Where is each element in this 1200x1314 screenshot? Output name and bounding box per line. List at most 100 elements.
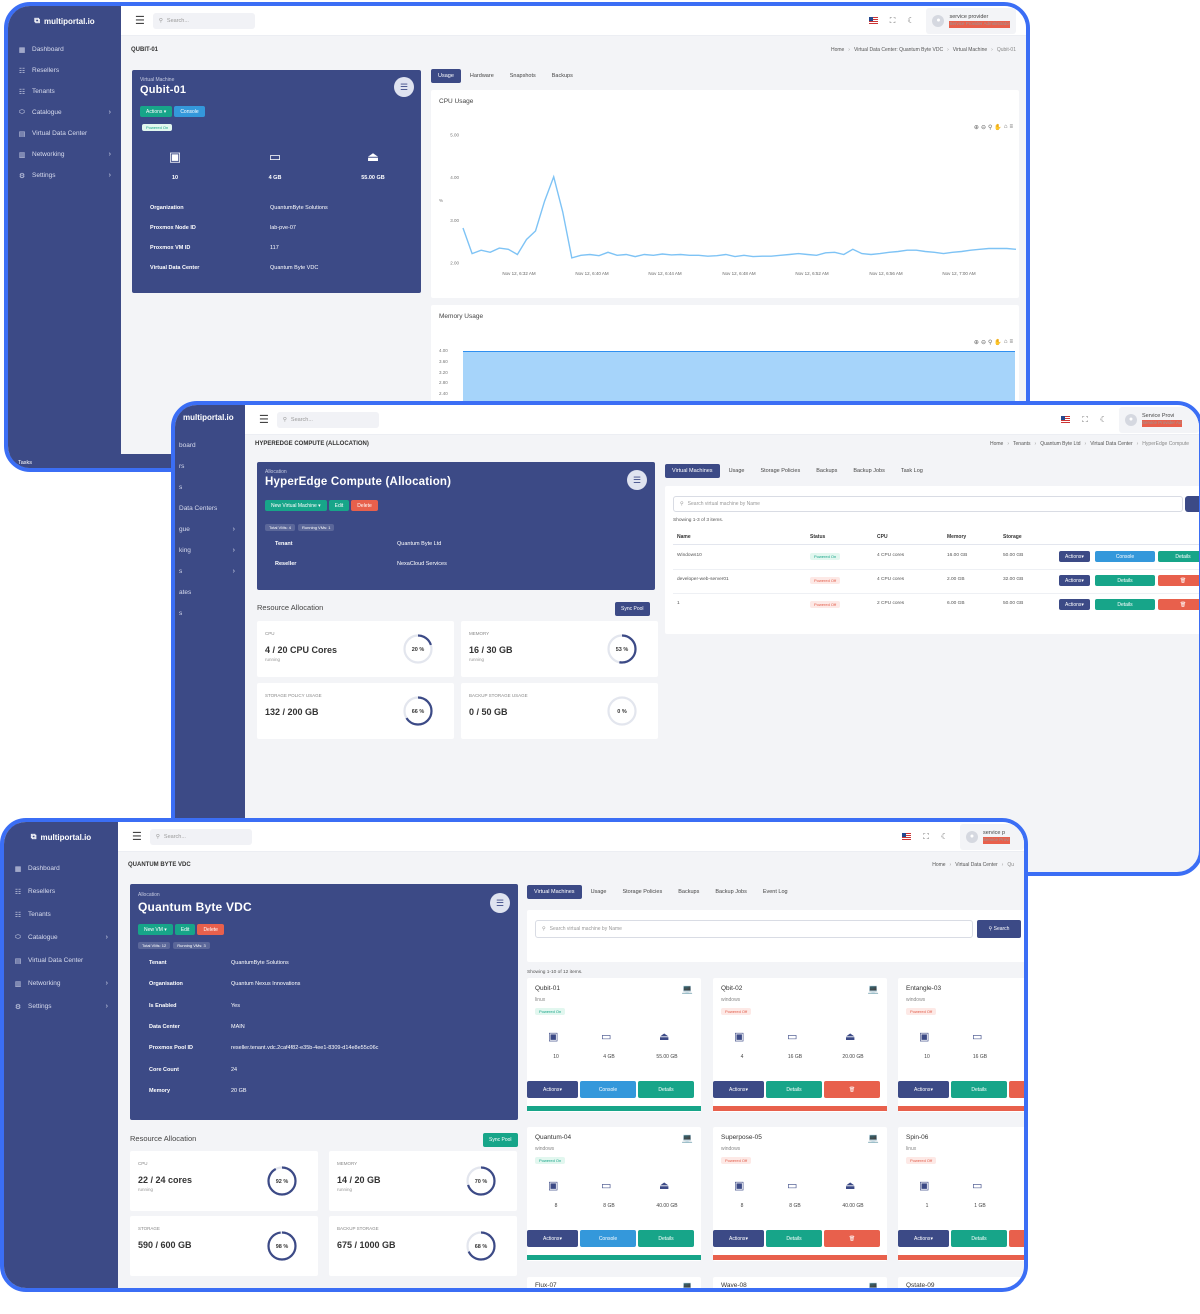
breadcrumb-item[interactable]: Quantum Byte Ltd: [1040, 441, 1080, 447]
actions-dropdown[interactable]: Actions ▾: [898, 1081, 949, 1098]
tab-usage[interactable]: Usage: [584, 885, 614, 899]
details-button[interactable]: Details: [766, 1230, 822, 1247]
sidebar-item[interactable]: s ›: [175, 561, 245, 582]
vm-search-input[interactable]: ⚲ Search virtual machine by Name: [535, 920, 973, 938]
vm-card[interactable]: Superpose-05 💻 windows Powered Off ▣ 8 ▭ 8 GB ⏏ 4…: [713, 1127, 887, 1261]
sidebar-item-settings[interactable]: ⚙ Settings ›: [8, 165, 121, 186]
us-flag-icon[interactable]: [902, 833, 912, 840]
us-flag-icon[interactable]: [1061, 416, 1071, 423]
home-icon[interactable]: ⌂: [1004, 339, 1008, 346]
user-menu[interactable]: ● service provider Service Provider Admini…: [926, 7, 1016, 34]
zoom-out-icon[interactable]: ⊖: [981, 339, 986, 346]
vm-card[interactable]: Qubit-01 💻 linux Powered On ▣ 10 ▭ 4 GB ⏏ 55.00 G…: [527, 978, 701, 1112]
sidebar-item[interactable]: rs: [175, 456, 245, 477]
console-button[interactable]: Console: [580, 1081, 636, 1098]
tab-event-log[interactable]: Event Log: [756, 885, 795, 899]
delete-button[interactable]: Delete: [197, 924, 224, 935]
vm-name[interactable]: Windows10: [677, 553, 702, 558]
breadcrumb-item[interactable]: Home: [831, 47, 844, 53]
pan-icon[interactable]: ✋: [994, 339, 1001, 346]
trash-icon[interactable]: 🗑: [1009, 1230, 1024, 1247]
sidebar-item-tenants[interactable]: ☷ Tenants: [8, 81, 121, 102]
details-button[interactable]: Details: [1095, 575, 1155, 586]
sidebar-item-resellers[interactable]: ☷ Resellers: [8, 60, 121, 81]
actions-dropdown[interactable]: Actions ▾: [1059, 551, 1090, 562]
tab-storage-policies[interactable]: Storage Policies: [753, 464, 807, 478]
menu-icon[interactable]: ≡: [1009, 339, 1013, 346]
search-button[interactable]: ⚲ Search: [977, 920, 1021, 938]
tab-snapshots[interactable]: Snapshots: [503, 69, 543, 83]
menu-toggle-icon[interactable]: ☰: [259, 413, 269, 426]
sidebar-item-networking[interactable]: ▥ Networking ›: [4, 972, 118, 995]
tab-usage[interactable]: Usage: [431, 69, 461, 83]
details-button[interactable]: Details: [1158, 551, 1199, 562]
vm-card[interactable]: Quantum-04 💻 windows Powered On ▣ 8 ▭ 8 GB ⏏ 40.0…: [527, 1127, 701, 1261]
vm-card[interactable]: Flux-07 💻: [527, 1277, 701, 1288]
sidebar-item-networking[interactable]: ▥ Networking ›: [8, 144, 121, 165]
actions-dropdown[interactable]: Actions ▾: [140, 106, 173, 117]
tab-virtual-machines[interactable]: Virtual Machines: [665, 464, 720, 478]
vm-card[interactable]: Qstate-09💻: [898, 1277, 1024, 1288]
sidebar-item[interactable]: s: [175, 603, 245, 624]
details-button[interactable]: Details: [951, 1230, 1007, 1247]
vm-card[interactable]: Wave-08 💻: [713, 1277, 887, 1288]
details-button[interactable]: Details: [638, 1230, 694, 1247]
actions-dropdown[interactable]: Actions ▾: [527, 1081, 578, 1098]
sidebar-item-tenants[interactable]: ☷ Tenants: [4, 903, 118, 926]
logo[interactable]: ⧉ multiportal.io: [4, 822, 118, 852]
console-button[interactable]: Console: [1095, 551, 1155, 562]
tab-backups[interactable]: Backups: [809, 464, 844, 478]
moon-icon[interactable]: ☾: [907, 16, 914, 25]
actions-dropdown[interactable]: Actions ▾: [1059, 599, 1090, 610]
menu-toggle-icon[interactable]: ☰: [135, 14, 145, 27]
breadcrumb-item[interactable]: Virtual Data Center: Quantum Byte VDC: [854, 47, 943, 53]
tab-hardware[interactable]: Hardware: [463, 69, 501, 83]
sidebar-item-settings[interactable]: ⚙ Settings ›: [4, 995, 118, 1018]
sync-pool-button[interactable]: Sync Pool: [483, 1133, 518, 1147]
trash-icon[interactable]: 🗑: [1158, 575, 1199, 586]
trash-icon[interactable]: 🗑: [824, 1081, 880, 1098]
fullscreen-icon[interactable]: ⛶: [1082, 415, 1088, 425]
magnify-icon[interactable]: ⚲: [988, 339, 992, 346]
fullscreen-icon[interactable]: ⛶: [890, 16, 896, 26]
sidebar-item-dashboard[interactable]: ▦ Dashboard: [4, 857, 118, 880]
sidebar-item[interactable]: board: [175, 435, 245, 456]
actions-dropdown[interactable]: Actions ▾: [713, 1081, 764, 1098]
sidebar-item-virtual-data-center[interactable]: ▤ Virtual Data Center: [8, 123, 121, 144]
vm-card[interactable]: Spin-06💻linuxPowered Off▣1▭1 GBActions ▾…: [898, 1127, 1024, 1261]
tab-backups[interactable]: Backups: [545, 69, 580, 83]
tab-backup-jobs[interactable]: Backup Jobs: [846, 464, 892, 478]
edit-button[interactable]: Edit: [174, 924, 196, 935]
delete-button[interactable]: Delete: [351, 500, 378, 511]
search-input[interactable]: ⚲ Search...: [149, 828, 252, 845]
search-input[interactable]: ⚲ Search...: [276, 411, 379, 428]
tasks-bar[interactable]: Tasks: [8, 454, 178, 468]
sidebar-item-virtual-data-center[interactable]: ▤ Virtual Data Center: [4, 949, 118, 972]
us-flag-icon[interactable]: [868, 17, 878, 24]
logo[interactable]: ⧉ multiportal.io: [8, 6, 121, 36]
sidebar-item-catalogue[interactable]: ⬭ Catalogue ›: [4, 926, 118, 949]
breadcrumb-item[interactable]: Tenants: [1013, 441, 1031, 447]
tab-storage-policies[interactable]: Storage Policies: [615, 885, 669, 899]
breadcrumb-item[interactable]: Virtual Machine: [953, 47, 987, 53]
vm-card[interactable]: Entangle-03💻windowsPowered Off▣10▭16 GBA…: [898, 978, 1024, 1112]
sidebar-item-dashboard[interactable]: ▦ Dashboard: [8, 39, 121, 60]
user-menu[interactable]: ● Service Provi Service Provider Ad: [1119, 406, 1199, 433]
sidebar-item[interactable]: s: [175, 477, 245, 498]
logo[interactable]: multiportal.io: [175, 405, 245, 429]
moon-icon[interactable]: ☾: [1100, 415, 1107, 424]
edit-button[interactable]: Edit: [328, 500, 350, 511]
sidebar-item[interactable]: ates: [175, 582, 245, 603]
sync-pool-button[interactable]: Sync Pool: [615, 602, 650, 616]
console-button[interactable]: Console: [580, 1230, 636, 1247]
tab-virtual-machines[interactable]: Virtual Machines: [527, 885, 582, 899]
sidebar-item[interactable]: gue ›: [175, 519, 245, 540]
actions-dropdown[interactable]: Actions ▾: [1059, 575, 1090, 586]
vm-search-input[interactable]: ⚲ Search virtual machine by Name: [673, 496, 1183, 512]
breadcrumb-item[interactable]: Virtual Data Center: [955, 862, 997, 868]
actions-dropdown[interactable]: Actions ▾: [713, 1230, 764, 1247]
details-button[interactable]: Details: [1095, 599, 1155, 610]
breadcrumb-item[interactable]: Home: [990, 441, 1003, 447]
search-input[interactable]: ⚲ Search...: [152, 12, 255, 29]
actions-dropdown[interactable]: Actions ▾: [898, 1230, 949, 1247]
